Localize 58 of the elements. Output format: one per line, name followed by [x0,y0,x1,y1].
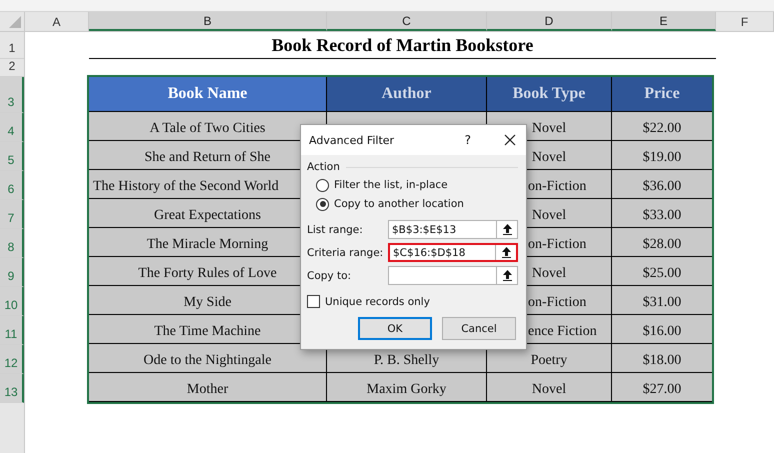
table-cell: $36.00 [612,170,712,199]
sheet-title: Book Record of Martin Bookstore [272,34,534,56]
header-cell: Book Name [89,77,327,112]
table-cell: $19.00 [612,141,712,170]
row-header[interactable]: 4 [0,113,24,142]
range-input-field[interactable]: $C$16:$D$18 [388,243,518,262]
row-header[interactable]: 11 [0,316,24,345]
group-label: Action [307,161,340,173]
checkbox[interactable] [307,295,320,308]
row-header[interactable]: 13 [0,374,24,403]
row-header[interactable]: 10 [0,287,24,316]
radio-button[interactable] [316,198,329,210]
table-cell: Ode to the Nightingale [89,344,327,373]
table-cell: $25.00 [612,257,712,286]
column-header[interactable]: C [327,12,487,31]
radio-label[interactable]: Copy to another location [334,198,464,210]
row-header[interactable]: 9 [0,258,24,287]
row-header[interactable]: 3 [0,77,24,113]
table-cell: Poetry [487,344,612,373]
up-arrow-icon [502,247,510,258]
column-header[interactable]: D [487,12,612,31]
up-arrow-icon [502,270,512,281]
row-header[interactable]: 5 [0,142,24,171]
header-cell: Book Type [487,77,612,112]
column-header[interactable]: F [716,12,774,31]
table-cell: Mother [89,373,327,402]
dialog-button[interactable]: Cancel [442,317,516,340]
radio-button[interactable] [316,178,329,192]
table-cell: Maxim Gorky [327,373,487,402]
help-button[interactable]: ? [464,133,471,147]
table-cell: $22.00 [612,112,712,141]
column-header[interactable]: E [612,12,716,31]
header-cell: Author [327,77,487,112]
field-label: Criteria range: [307,246,384,258]
checkbox-label[interactable]: Unique records only [325,296,430,308]
column-header[interactable]: B [89,12,327,31]
row-header[interactable]: 12 [0,345,24,374]
range-input-field[interactable]: $B$3:$E$13 [388,220,518,239]
dialog-title: Advanced Filter [309,134,396,146]
range-input-field[interactable] [388,266,518,285]
radio-label[interactable]: Filter the list, in-place [334,179,448,191]
row-header[interactable]: 8 [0,229,24,258]
table-cell: $28.00 [612,228,712,257]
table-cell: $31.00 [612,286,712,315]
dialog-button[interactable]: OK [358,317,432,340]
row-header[interactable]: 1 [0,32,24,59]
up-arrow-icon [502,224,512,235]
row-header[interactable]: 6 [0,171,24,200]
table-cell: $18.00 [612,344,712,373]
row-header[interactable]: 7 [0,200,24,229]
header-cell: Price [612,77,712,112]
table-cell: Novel [487,373,612,402]
table-cell: $27.00 [612,373,712,402]
field-label: Copy to: [307,270,352,282]
corner-triangle-icon [9,16,21,28]
close-icon[interactable] [504,134,516,146]
table-cell: $33.00 [612,199,712,228]
table-cell: $16.00 [612,315,712,344]
